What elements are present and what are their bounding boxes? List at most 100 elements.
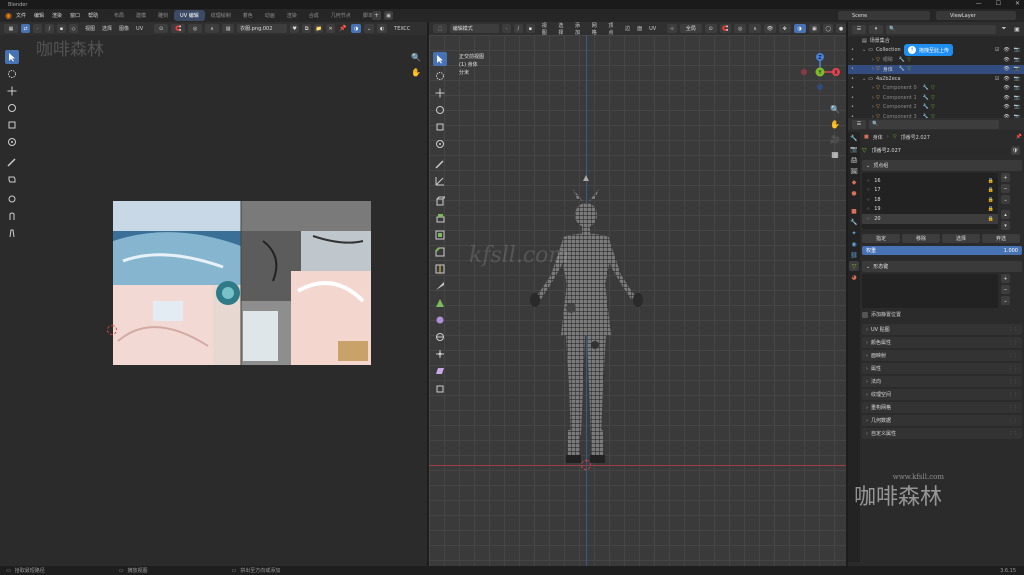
pinch-tool-icon[interactable] bbox=[5, 226, 19, 240]
lock-icon[interactable]: 🔒 bbox=[988, 216, 994, 222]
expand-arrow-icon[interactable]: › bbox=[872, 57, 874, 63]
vertex-group-list[interactable]: ⁘ 16 🔒 ⁘ 17 🔒 ⁘ 18 🔒 ⁘ 19 🔒 ⁘ 20 🔒 bbox=[862, 173, 998, 229]
workspace-tab[interactable]: 渲染 bbox=[281, 10, 303, 21]
edge-slide-tool-icon[interactable] bbox=[433, 347, 447, 361]
properties-search[interactable]: 🔍 bbox=[869, 119, 999, 129]
perspective-toggle-icon[interactable]: ▦ bbox=[830, 149, 840, 159]
falloff-icon[interactable]: ∧ bbox=[205, 24, 220, 33]
move-up-icon[interactable]: ▴ bbox=[1001, 210, 1010, 219]
filter-icon[interactable]: ⏷ bbox=[999, 25, 1009, 33]
pin-properties-icon[interactable]: 📌 bbox=[1016, 134, 1022, 140]
edge-select-icon[interactable]: / bbox=[45, 24, 54, 33]
lock-icon[interactable]: 🔒 bbox=[988, 187, 994, 193]
vertex-group-item[interactable]: ⁘ 16 🔒 bbox=[862, 176, 998, 186]
camera-icon[interactable]: 📷 bbox=[1014, 47, 1020, 53]
collapsed-panel-header[interactable]: › 纹理空间 ⋮⋮ bbox=[862, 389, 1022, 400]
workspace-tab[interactable]: 合成 bbox=[303, 10, 325, 21]
spin-tool-icon[interactable] bbox=[433, 313, 447, 327]
3d-viewport[interactable]: 正交前视图 (1) 身体 分米 X Y Z 🔍 ✋ 🎥 ▦ kfsll.com bbox=[429, 35, 846, 566]
checkbox-icon[interactable]: ☑ bbox=[995, 47, 999, 53]
island-select-icon[interactable]: ◇ bbox=[69, 24, 78, 33]
outliner-row[interactable]: • › ▽ Component 0 🔧 ▽ 👁 📷 bbox=[848, 84, 1024, 94]
outliner-row[interactable]: • › ▽ Component 1 🔧 ▽ 👁 📷 bbox=[848, 93, 1024, 103]
outliner-row[interactable]: • ⌄ ▭ 4a2b2eca ☑ 👁 📷 bbox=[848, 74, 1024, 84]
image-browse-icon[interactable]: ▨ bbox=[222, 24, 235, 33]
shape-key-list[interactable] bbox=[862, 274, 998, 308]
vp-pivot-icon[interactable]: ⊙ bbox=[704, 24, 717, 33]
eye-icon[interactable]: 👁 bbox=[1003, 57, 1009, 63]
maximize-icon[interactable]: ☐ bbox=[996, 0, 1001, 7]
close-icon[interactable]: ✕ bbox=[1015, 0, 1020, 7]
upload-badge[interactable]: ↑ 拖拽至此上传 bbox=[904, 44, 954, 56]
vp-rotate-tool-icon[interactable] bbox=[433, 103, 447, 117]
vertex-group-specials-icon[interactable]: ⌄ bbox=[1001, 195, 1010, 204]
world-tab-icon[interactable]: ● bbox=[849, 188, 859, 198]
uv-menu-item[interactable]: UV bbox=[136, 26, 143, 32]
drag-handle-icon[interactable]: ⋮⋮ bbox=[1008, 418, 1018, 424]
vp-snap-icon[interactable]: 🧲 bbox=[719, 24, 732, 33]
editor-type-icon[interactable]: ▦ bbox=[4, 24, 18, 33]
vp-pan-icon[interactable]: ✋ bbox=[830, 119, 840, 129]
menu-item[interactable]: 文件 bbox=[16, 12, 26, 19]
loop-cut-tool-icon[interactable] bbox=[433, 262, 447, 276]
smooth-tool-icon[interactable] bbox=[433, 330, 447, 344]
poly-build-tool-icon[interactable] bbox=[433, 296, 447, 310]
visibility-bullet-icon[interactable]: • bbox=[851, 85, 854, 91]
drag-handle-icon[interactable]: ⋮⋮ bbox=[1008, 340, 1018, 346]
collapsed-panel-header[interactable]: › 面映射 ⋮⋮ bbox=[862, 350, 1022, 361]
viewport-menu-item[interactable]: 网格 bbox=[592, 22, 602, 36]
collapsed-panel-header[interactable]: › 属性 ⋮⋮ bbox=[862, 363, 1022, 374]
eye-icon[interactable]: 👁 bbox=[1003, 66, 1009, 72]
image-name-field[interactable]: 衣服.png.002 bbox=[237, 24, 288, 33]
grab-tool-icon[interactable] bbox=[5, 192, 19, 206]
3d-cursor-icon[interactable] bbox=[581, 460, 591, 470]
vertex-group-action-button[interactable]: 弃选 bbox=[982, 234, 1020, 243]
visibility-icon[interactable]: 👁 bbox=[764, 24, 776, 33]
extrude-tool-icon[interactable] bbox=[433, 211, 447, 225]
menu-item[interactable]: 编辑 bbox=[34, 12, 44, 19]
visibility-bullet-icon[interactable]: • bbox=[851, 47, 854, 53]
properties-type-icon[interactable]: ☰ bbox=[852, 119, 866, 129]
add-cube-tool-icon[interactable] bbox=[433, 194, 447, 208]
transform-orientation-selector[interactable]: 全局 bbox=[680, 24, 702, 33]
viewport-menu-item[interactable]: 添加 bbox=[575, 22, 585, 36]
pan-view-icon[interactable]: ✋ bbox=[411, 67, 421, 77]
relative-checkbox-row[interactable]: 添加静置位置 bbox=[862, 311, 1022, 318]
overlay-toggle-icon[interactable]: ◑ bbox=[793, 24, 806, 33]
mesh-data-tab-icon[interactable]: ▽ bbox=[849, 261, 859, 271]
physics-tab-icon[interactable]: ◉ bbox=[849, 239, 859, 249]
vp-vertex-select-icon[interactable]: · bbox=[502, 24, 511, 33]
new-image-icon[interactable]: ⧉ bbox=[302, 24, 312, 33]
scale-tool-icon[interactable] bbox=[5, 118, 19, 132]
gizmo-toggle-icon[interactable]: ✥ bbox=[778, 24, 791, 33]
shape-keys-panel-header[interactable]: ⌄ 形态键 bbox=[862, 261, 1022, 272]
camera-icon[interactable]: 📷 bbox=[1014, 57, 1020, 63]
shading-solid-icon[interactable]: ● bbox=[836, 24, 847, 33]
collapsed-panel-header[interactable]: › 自定义属性 ⋮⋮ bbox=[862, 428, 1022, 439]
lock-icon[interactable]: 🔒 bbox=[988, 178, 994, 184]
modifier-tab-icon[interactable]: 🔧 bbox=[849, 217, 859, 227]
expand-arrow-icon[interactable]: › bbox=[872, 104, 874, 110]
rotate-tool-icon[interactable] bbox=[5, 101, 19, 115]
new-collection-icon[interactable]: ▣ bbox=[1012, 26, 1022, 33]
camera-icon[interactable]: 📷 bbox=[1014, 104, 1020, 110]
uv-menu-item[interactable]: 图像 bbox=[119, 25, 129, 32]
expand-arrow-icon[interactable]: › bbox=[872, 95, 874, 101]
expand-arrow-icon[interactable]: › bbox=[872, 85, 874, 91]
rip-tool-icon[interactable] bbox=[5, 172, 19, 186]
pin-icon[interactable]: 📌 bbox=[338, 25, 348, 32]
constraints-tab-icon[interactable]: ⛓ bbox=[849, 250, 859, 260]
menu-item[interactable]: 窗口 bbox=[70, 12, 80, 19]
vp-transform-tool-icon[interactable] bbox=[433, 137, 447, 151]
workspace-tab[interactable]: 建模 bbox=[130, 10, 152, 21]
camera-icon[interactable]: 📷 bbox=[1014, 95, 1020, 101]
expand-arrow-icon[interactable]: › bbox=[872, 66, 874, 72]
inset-tool-icon[interactable] bbox=[433, 228, 447, 242]
drag-handle-icon[interactable]: ⋮⋮ bbox=[1008, 431, 1018, 437]
drag-handle-icon[interactable]: ⋮⋮ bbox=[1008, 353, 1018, 359]
eye-icon[interactable]: 👁 bbox=[1003, 47, 1009, 53]
material-tab-icon[interactable]: ◕ bbox=[849, 272, 859, 282]
scene-selector[interactable]: Scene bbox=[838, 11, 930, 20]
select-tool-icon[interactable] bbox=[5, 50, 19, 64]
relative-checkbox[interactable] bbox=[862, 311, 868, 318]
